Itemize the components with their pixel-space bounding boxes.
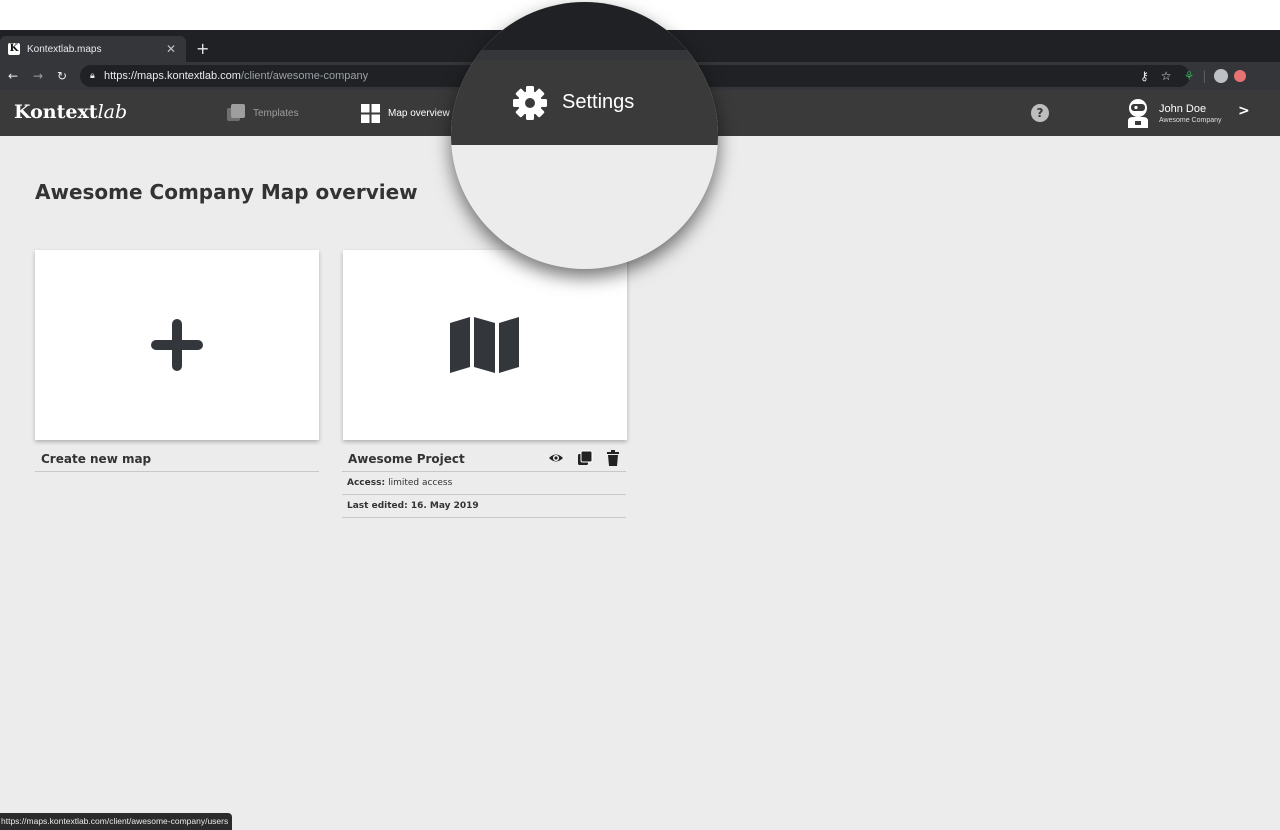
access-label: Access: [347,478,386,488]
user-company: Awesome Company [1159,116,1222,124]
project-title-row: Awesome Project [342,446,626,472]
user-name: John Doe [1159,102,1207,115]
create-map-title-row[interactable]: Create new map [35,446,319,472]
magnifier-address-bar [451,50,718,60]
help-icon[interactable]: ? [1031,104,1049,122]
chevron-right-icon[interactable]: > [1238,103,1250,119]
tab-close-icon[interactable]: ✕ [164,42,178,56]
nav-templates[interactable]: Templates [227,90,299,136]
extension-red-icon[interactable] [1234,70,1247,82]
gear-icon [513,85,547,120]
page-title: Awesome Company Map overview [35,180,418,204]
key-icon[interactable]: ⚷ [1140,69,1149,83]
browser-tab[interactable]: K Kontextlab.maps ✕ [0,36,186,62]
forward-arrow-icon[interactable]: → [33,67,43,85]
nav-settings[interactable]: Settings [451,60,718,145]
grid-icon [361,103,380,123]
project-access-row: Access: limited access [342,472,626,495]
access-value: limited access [388,478,453,488]
kontextlab-favicon-icon: K [8,43,20,55]
map-icon [450,317,519,373]
templates-icon [227,104,245,121]
last-edited: Last edited: 16. May 2019 [347,501,479,511]
project-title[interactable]: Awesome Project [348,452,465,466]
user-menu[interactable]: John Doe Awesome Company [1125,96,1222,130]
nav-map-overview[interactable]: Map overview [361,90,450,136]
reload-icon[interactable]: ↻ [57,67,67,85]
status-bar-url: https://maps.kontextlab.com/client/aweso… [0,813,233,830]
magnifier-tab-bar [451,2,718,50]
extension-icon[interactable]: ⚘ [1184,69,1195,83]
create-map-card[interactable] [35,250,319,440]
url-path: /client/awesome-company [240,70,369,82]
back-arrow-icon[interactable]: ← [8,67,18,85]
tab-title: Kontextlab.maps [27,43,102,55]
eye-icon[interactable] [548,450,564,466]
bookmark-star-icon[interactable]: ☆ [1161,69,1172,83]
astronaut-avatar-icon [1128,99,1148,128]
nav-map-overview-label: Map overview [388,107,450,119]
duplicate-icon[interactable] [577,450,593,466]
nav-settings-label: Settings [562,91,635,113]
logo-italic: lab [97,101,128,123]
toolbar-divider: | [1202,69,1207,83]
user-info: John Doe Awesome Company [1159,103,1222,124]
logo-main: Kontext [14,101,98,123]
kontextlab-logo[interactable]: Kontextlab [14,101,127,123]
browser-actions: ⚷ ☆ ⚘ | [1140,67,1247,85]
zoom-magnifier: Settings [451,2,718,269]
plus-icon [151,319,203,371]
url-host: https://maps.kontextlab.com [104,70,241,82]
project-actions [548,450,620,466]
project-card-thumbnail[interactable] [343,250,627,440]
create-map-title: Create new map [41,451,152,466]
new-tab-button[interactable]: + [196,40,209,58]
lock-icon: 🔒︎ [90,71,95,81]
project-edited-row: Last edited: 16. May 2019 [342,495,626,518]
profile-avatar-icon[interactable] [1214,69,1229,83]
trash-icon[interactable] [606,450,620,466]
nav-templates-label: Templates [253,107,299,119]
